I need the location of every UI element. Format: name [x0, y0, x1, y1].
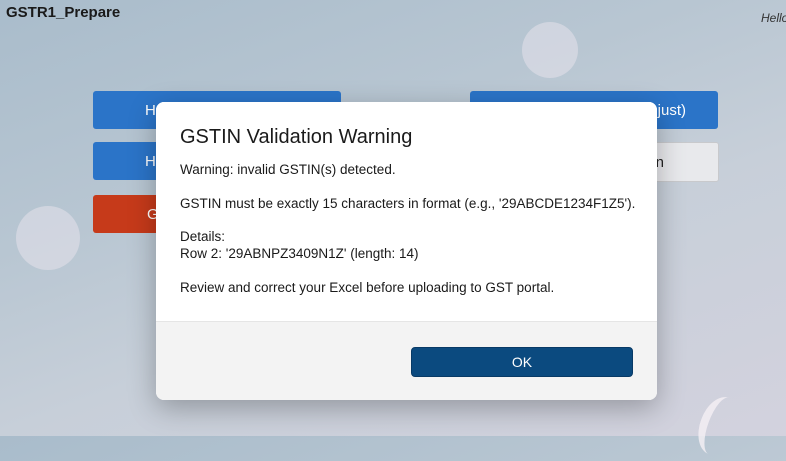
app-title: GSTR1_Prepare [6, 4, 121, 21]
advice-message: Review and correct your Excel before upl… [180, 280, 555, 295]
decorative-bubble [522, 22, 578, 78]
dialog-title: GSTIN Validation Warning [180, 126, 413, 148]
ok-button[interactable]: OK [411, 347, 633, 377]
greeting-text: Hello [761, 11, 786, 25]
detail-row: Row 2: '29ABNPZ3409N1Z' (length: 14) [180, 246, 419, 261]
gstin-warning-dialog: GSTIN Validation Warning Warning: invali… [156, 102, 657, 400]
decorative-swirl [690, 391, 748, 461]
warning-message: Warning: invalid GSTIN(s) detected. [180, 162, 396, 177]
details-label: Details: [180, 229, 226, 244]
dialog-body: GSTIN Validation Warning Warning: invali… [156, 102, 657, 321]
format-rule-message: GSTIN must be exactly 15 characters in f… [180, 196, 636, 211]
dialog-footer: OK [156, 321, 657, 400]
decorative-bubble [16, 206, 80, 270]
